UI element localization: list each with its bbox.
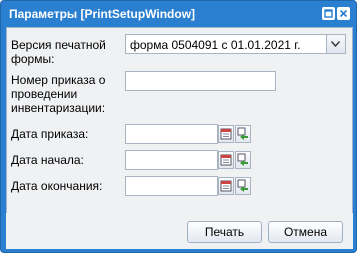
order-number-field[interactable] [125, 71, 276, 91]
print-form-value: форма 0504091 с 01.01.2021 г. [130, 38, 301, 52]
chevron-down-icon [331, 41, 340, 47]
restore-icon[interactable] [322, 7, 335, 20]
order-number-label: Номер приказа о проведении инвентаризаци… [11, 73, 106, 115]
window-titlebar[interactable]: Параметры [PrintSetupWindow] [1, 1, 356, 27]
end-date-field[interactable] [125, 176, 218, 196]
calendar-icon[interactable] [218, 125, 234, 143]
print-button[interactable]: Печать [187, 221, 262, 243]
form-panel: Версия печатной формы: форма 0504091 с 0… [6, 27, 353, 214]
start-date-label: Дата начала: [11, 153, 84, 167]
clear-date-icon[interactable] [235, 151, 251, 169]
window-title: Параметры [PrintSetupWindow] [9, 7, 196, 21]
print-form-label: Версия печатной формы: [11, 38, 106, 66]
order-date-field[interactable] [125, 124, 218, 144]
combo-trigger[interactable] [326, 35, 345, 53]
clear-date-icon[interactable] [235, 177, 251, 195]
order-date-label: Дата приказа: [11, 127, 89, 141]
close-icon[interactable] [337, 7, 350, 20]
start-date-field[interactable] [125, 150, 218, 170]
calendar-icon[interactable] [218, 177, 234, 195]
calendar-icon[interactable] [218, 151, 234, 169]
print-setup-window: Параметры [PrintSetupWindow] Версия печа… [0, 0, 357, 253]
print-form-combo[interactable]: форма 0504091 с 01.01.2021 г. [125, 34, 346, 54]
button-bar: Печать Отмена [6, 213, 353, 249]
end-date-label: Дата окончания: [11, 179, 103, 193]
cancel-button[interactable]: Отмена [268, 221, 343, 243]
clear-date-icon[interactable] [235, 125, 251, 143]
